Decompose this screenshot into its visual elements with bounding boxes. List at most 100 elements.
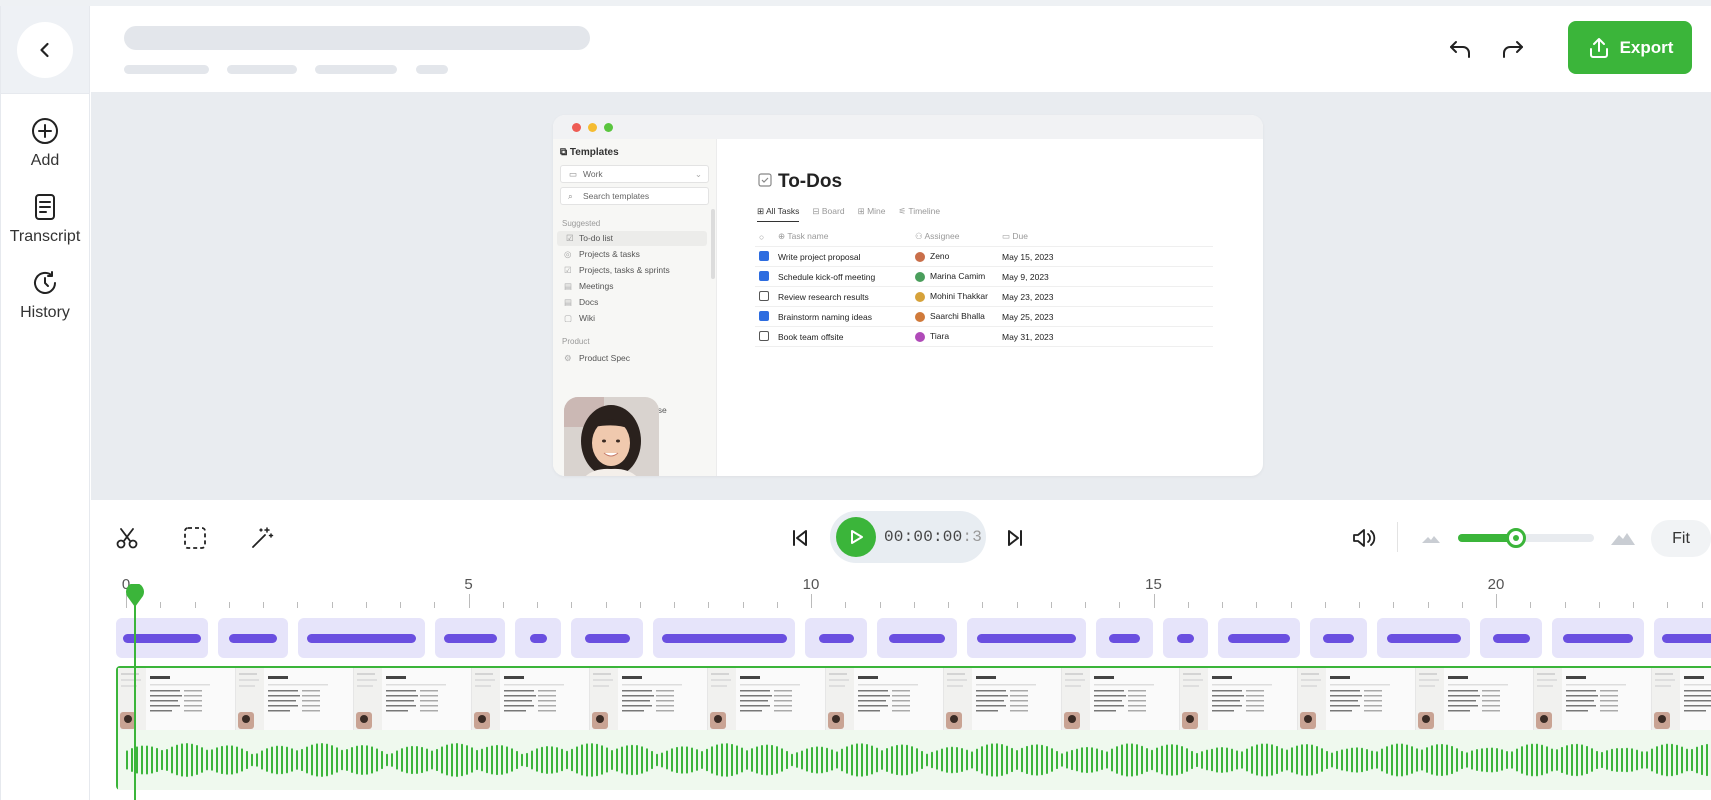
rail-item-transcript[interactable]: Transcript bbox=[1, 192, 89, 246]
waveform-bar bbox=[176, 744, 178, 776]
next-button[interactable] bbox=[1002, 524, 1030, 552]
video-thumbnail bbox=[826, 668, 944, 730]
caption-segment[interactable] bbox=[1377, 618, 1470, 658]
fit-button[interactable]: Fit bbox=[1651, 520, 1711, 557]
ruler-tick bbox=[502, 602, 504, 608]
caption-segment[interactable] bbox=[571, 618, 643, 658]
ruler-tick bbox=[228, 602, 230, 608]
caption-segment[interactable] bbox=[1552, 618, 1644, 658]
scissors-icon bbox=[116, 528, 138, 549]
waveform-bar bbox=[261, 750, 263, 770]
waveform-bar bbox=[1641, 751, 1643, 769]
caption-segment[interactable] bbox=[218, 618, 288, 658]
meta-placeholder bbox=[315, 65, 397, 74]
video-preview[interactable]: ⧉ Templates Work ⌄ ▭ ⌕ Search templates Sug… bbox=[553, 115, 1263, 476]
play-button[interactable] bbox=[836, 517, 876, 557]
waveform-bar bbox=[151, 746, 153, 774]
waveform-bar bbox=[421, 746, 423, 774]
waveform-bar bbox=[1036, 744, 1038, 776]
caption-segment[interactable] bbox=[435, 618, 505, 658]
thumbnail-frame bbox=[472, 668, 564, 730]
avatar bbox=[915, 331, 925, 342]
zoom-in-button[interactable] bbox=[1609, 524, 1637, 552]
waveform-bar bbox=[331, 745, 333, 775]
waveform-bar bbox=[561, 748, 563, 772]
caption-segments bbox=[91, 618, 1711, 658]
waveform-bar bbox=[1131, 743, 1133, 777]
skip-back-icon bbox=[793, 530, 807, 546]
video-track[interactable] bbox=[116, 666, 1711, 790]
waveform-bar bbox=[1461, 750, 1463, 770]
waveform-bar bbox=[256, 753, 258, 767]
waveform-bar bbox=[1511, 751, 1513, 769]
caption-segment[interactable] bbox=[1310, 618, 1367, 658]
caption-segment[interactable] bbox=[967, 618, 1086, 658]
zoom-out-button[interactable] bbox=[1417, 524, 1445, 552]
waveform-bar bbox=[196, 744, 198, 776]
ruler-tick bbox=[913, 602, 915, 608]
thumbnail-frame bbox=[1534, 668, 1626, 730]
waveform-bar bbox=[951, 746, 953, 774]
thumbnail-frame bbox=[826, 668, 918, 730]
zoom-slider[interactable] bbox=[1458, 528, 1594, 548]
caption-segment[interactable] bbox=[653, 618, 795, 658]
chevron-left-icon bbox=[40, 42, 49, 57]
zoom-slider-knob[interactable] bbox=[1506, 528, 1527, 548]
assignee: Mohini Thakkar bbox=[915, 291, 1002, 302]
waveform-bar bbox=[681, 746, 683, 774]
waveform-bar bbox=[1531, 743, 1533, 777]
caption-segment[interactable] bbox=[1163, 618, 1208, 658]
waveform-bar bbox=[1146, 747, 1148, 773]
waveform-bar bbox=[691, 747, 693, 773]
caption-segment[interactable] bbox=[515, 618, 561, 658]
split-button[interactable] bbox=[113, 524, 141, 552]
redo-button[interactable] bbox=[1497, 34, 1529, 66]
undo-button[interactable] bbox=[1444, 34, 1476, 66]
caption-segment[interactable] bbox=[877, 618, 957, 658]
video-thumbnail bbox=[944, 668, 1062, 730]
waveform-bar bbox=[416, 745, 418, 775]
back-button[interactable] bbox=[17, 21, 73, 78]
thumbnail-frame bbox=[236, 668, 328, 730]
plus-circle-icon bbox=[32, 118, 58, 144]
rail-item-history[interactable]: History bbox=[1, 268, 89, 322]
export-button[interactable]: Export bbox=[1568, 21, 1692, 74]
assignee: Zeno bbox=[915, 251, 1002, 262]
caption-segment[interactable] bbox=[1218, 618, 1300, 658]
ruler-tick bbox=[1427, 602, 1429, 608]
templates-title: ⧉ Templates bbox=[560, 147, 619, 158]
volume-button[interactable] bbox=[1349, 524, 1377, 552]
waveform-bar bbox=[1681, 746, 1683, 774]
waveform-bar bbox=[191, 743, 193, 777]
waveform-bar bbox=[1596, 750, 1598, 770]
caption-segment[interactable] bbox=[805, 618, 867, 658]
playhead-handle[interactable] bbox=[125, 584, 145, 608]
waveform-bar bbox=[1076, 748, 1078, 772]
caption-segment[interactable] bbox=[116, 618, 208, 658]
waveform-bar bbox=[1011, 747, 1013, 773]
divider bbox=[1397, 522, 1398, 552]
waveform-bar bbox=[131, 748, 133, 772]
waveform-bar bbox=[1406, 744, 1408, 776]
waveform-bar bbox=[1431, 745, 1433, 775]
previous-button[interactable] bbox=[785, 524, 813, 552]
caption-segment-bar bbox=[443, 633, 497, 643]
ruler-label: 20 bbox=[1487, 576, 1505, 593]
waveform-bar bbox=[136, 746, 138, 774]
caption-segment-bar bbox=[1563, 633, 1633, 643]
table-row: Schedule kick-off meeting Marina Camim May… bbox=[755, 267, 1213, 287]
caption-segment[interactable] bbox=[298, 618, 425, 658]
waveform-bar bbox=[376, 748, 378, 772]
caption-segment[interactable] bbox=[1480, 618, 1542, 658]
waveform-bar bbox=[1216, 747, 1218, 773]
crop-select-button[interactable] bbox=[181, 524, 209, 552]
playback-pill: 00:00:00:3 bbox=[830, 511, 986, 563]
magic-button[interactable] bbox=[248, 524, 276, 552]
ruler-tick bbox=[1633, 602, 1634, 608]
caption-segment[interactable] bbox=[1654, 618, 1711, 658]
time-ruler[interactable]: 0 5 10 15 20 bbox=[91, 574, 1711, 610]
caption-segment[interactable] bbox=[1096, 618, 1153, 658]
rail-item-add[interactable]: Add bbox=[1, 116, 89, 170]
waveform-bar bbox=[781, 748, 783, 772]
waveform-bar bbox=[281, 745, 283, 775]
